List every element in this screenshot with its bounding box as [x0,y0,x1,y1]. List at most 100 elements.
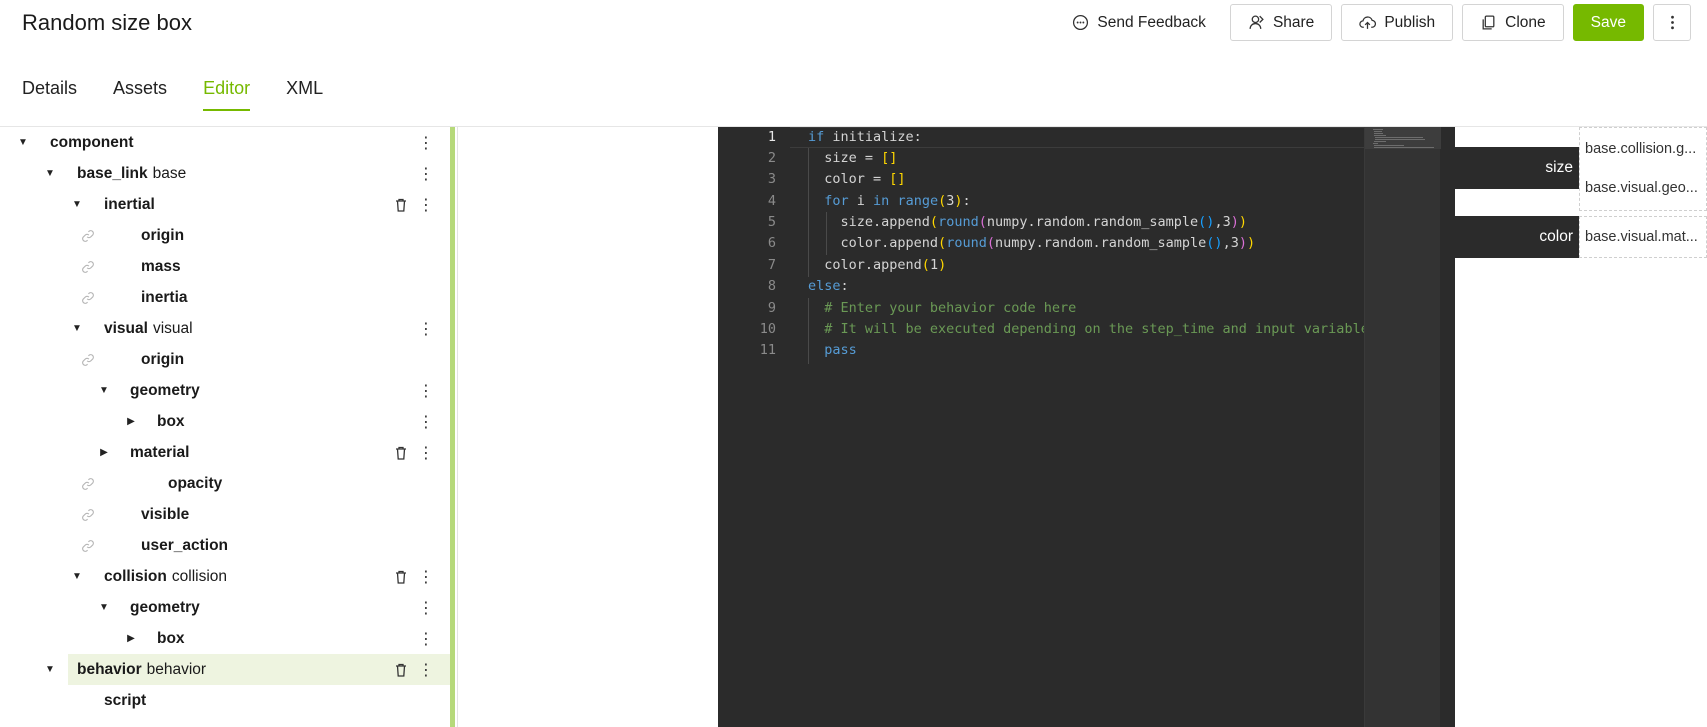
code-line: color = [] [808,171,906,187]
tree-node-sublabel: base [152,164,187,182]
code-line: else: [808,278,849,294]
node-menu-icon[interactable]: ⋮ [418,630,434,648]
tree-node-script[interactable]: script [0,685,450,716]
tree-node-inertial[interactable]: ▼ inertial ⋮ [0,189,450,220]
tree-node-material[interactable]: ▶ material ⋮ [0,437,450,468]
tree-node-base-link[interactable]: ▼ base_link base ⋮ [0,158,450,189]
tree-node-label: component [50,133,134,151]
link-icon [82,229,94,242]
caret-right-icon[interactable]: ▶ [126,633,136,644]
caret-down-icon[interactable]: ▼ [45,168,55,179]
node-menu-icon[interactable]: ⋮ [418,196,434,214]
line-number: 4 [767,193,776,209]
line-number: 1 [767,129,776,145]
minimap-line [1375,137,1423,138]
node-menu-icon[interactable]: ⋮ [418,134,434,152]
minimap-line [1374,131,1382,132]
share-button[interactable]: Share [1229,4,1333,41]
node-menu-icon[interactable]: ⋮ [418,413,434,431]
code-line: color.append(1) [808,257,947,273]
input-bindings-size[interactable]: base.collision.g... base.visual.geo... [1579,127,1707,211]
tab-details[interactable]: Details [22,78,77,109]
code-text-area[interactable]: if initialize: size = [] color = [] for … [790,127,1382,727]
code-minimap[interactable] [1364,127,1441,727]
code-line: # Enter your behavior code here [824,300,1077,316]
chat-bubble-icon [1073,14,1089,31]
caret-down-icon[interactable]: ▼ [72,199,82,210]
node-menu-icon[interactable]: ⋮ [418,382,434,400]
node-menu-icon[interactable]: ⋮ [418,320,434,338]
caret-down-icon[interactable]: ▼ [72,571,82,582]
save-button[interactable]: Save [1572,4,1644,41]
link-icon [82,291,94,304]
tree-node-sublabel: visual [152,319,193,337]
minimap-line [1374,133,1383,134]
save-label: Save [1590,13,1626,31]
code-editor[interactable]: 1 2 3 4 5 6 7 8 9 10 11 if initialize: s… [718,127,1455,727]
minimap-line [1374,147,1434,148]
panel-divider [457,127,458,727]
caret-down-icon[interactable]: ▼ [99,602,109,613]
tree-node-label: collision [104,567,167,585]
caret-down-icon[interactable]: ▼ [45,664,55,675]
tab-editor[interactable]: Editor [203,78,251,111]
tree-node-opacity[interactable]: opacity [0,468,450,499]
input-name-size: size [1455,147,1579,189]
trash-icon[interactable] [393,197,409,213]
tree-node-visible[interactable]: visible [0,499,450,530]
trash-icon[interactable] [393,569,409,585]
input-binding-value[interactable]: base.visual.mat... [1585,229,1703,245]
code-line: # It will be executed depending on the s… [824,321,1377,337]
tree-node-origin[interactable]: origin [0,220,450,251]
tree-node-box[interactable]: ▶ box ⋮ [0,406,450,437]
tree-node-user-action[interactable]: user_action [0,530,450,561]
code-line: pass [824,342,857,358]
caret-right-icon[interactable]: ▶ [99,447,109,458]
minimap-line [1374,141,1386,142]
node-menu-icon[interactable]: ⋮ [418,568,434,586]
tree-node-geometry[interactable]: ▼ geometry ⋮ [0,592,450,623]
tree-node-geometry[interactable]: ▼ geometry ⋮ [0,375,450,406]
tab-xml[interactable]: XML [286,78,323,109]
line-number: 2 [767,150,776,166]
tree-node-label: box [157,629,185,647]
node-menu-icon[interactable]: ⋮ [418,165,434,183]
tree-node-box[interactable]: ▶ box ⋮ [0,623,450,654]
line-number: 10 [759,321,776,337]
link-icon [82,260,94,273]
input-bindings-color[interactable]: base.visual.mat... [1579,216,1707,258]
input-binding-value[interactable]: base.visual.geo... [1585,180,1703,196]
node-menu-icon[interactable]: ⋮ [418,661,434,679]
caret-down-icon[interactable]: ▼ [72,323,82,334]
caret-down-icon[interactable]: ▼ [18,137,28,148]
tree-node-component[interactable]: ▼ component ⋮ [0,127,450,158]
node-menu-icon[interactable]: ⋮ [418,444,434,462]
tree-node-mass[interactable]: mass [0,251,450,282]
panel-resize-handle[interactable] [450,127,455,727]
tree-node-origin[interactable]: origin [0,344,450,375]
clone-button[interactable]: Clone [1462,4,1564,41]
code-line: size.append(round(numpy.random.random_sa… [808,214,1247,230]
tree-node-label: origin [141,226,185,244]
trash-icon[interactable] [393,662,409,678]
node-menu-icon[interactable]: ⋮ [418,599,434,617]
code-line: for i in range(3): [824,193,971,209]
caret-down-icon[interactable]: ▼ [99,385,109,396]
input-binding-value[interactable]: base.collision.g... [1585,141,1703,157]
tree-node-inertia[interactable]: inertia [0,282,450,313]
share-label: Share [1272,13,1315,31]
tree-node-sublabel: collision [171,567,228,585]
send-feedback-button[interactable]: Send Feedback [1057,4,1221,41]
trash-icon[interactable] [393,445,409,461]
tree-node-sublabel: behavior [146,660,207,678]
tab-assets[interactable]: Assets [113,78,167,109]
line-number: 7 [767,257,776,273]
publish-button[interactable]: Publish [1341,4,1454,41]
tree-node-label: mass [141,257,181,275]
more-options-button[interactable] [1653,4,1691,41]
header: Random size box Send Feedback Share Publ… [0,0,1707,46]
tree-node-collision[interactable]: ▼ collision collision ⋮ [0,561,450,592]
tree-node-behavior[interactable]: ▼ behavior behavior ⋮ [0,654,450,685]
caret-right-icon[interactable]: ▶ [126,416,136,427]
tree-node-visual[interactable]: ▼ visual visual ⋮ [0,313,450,344]
